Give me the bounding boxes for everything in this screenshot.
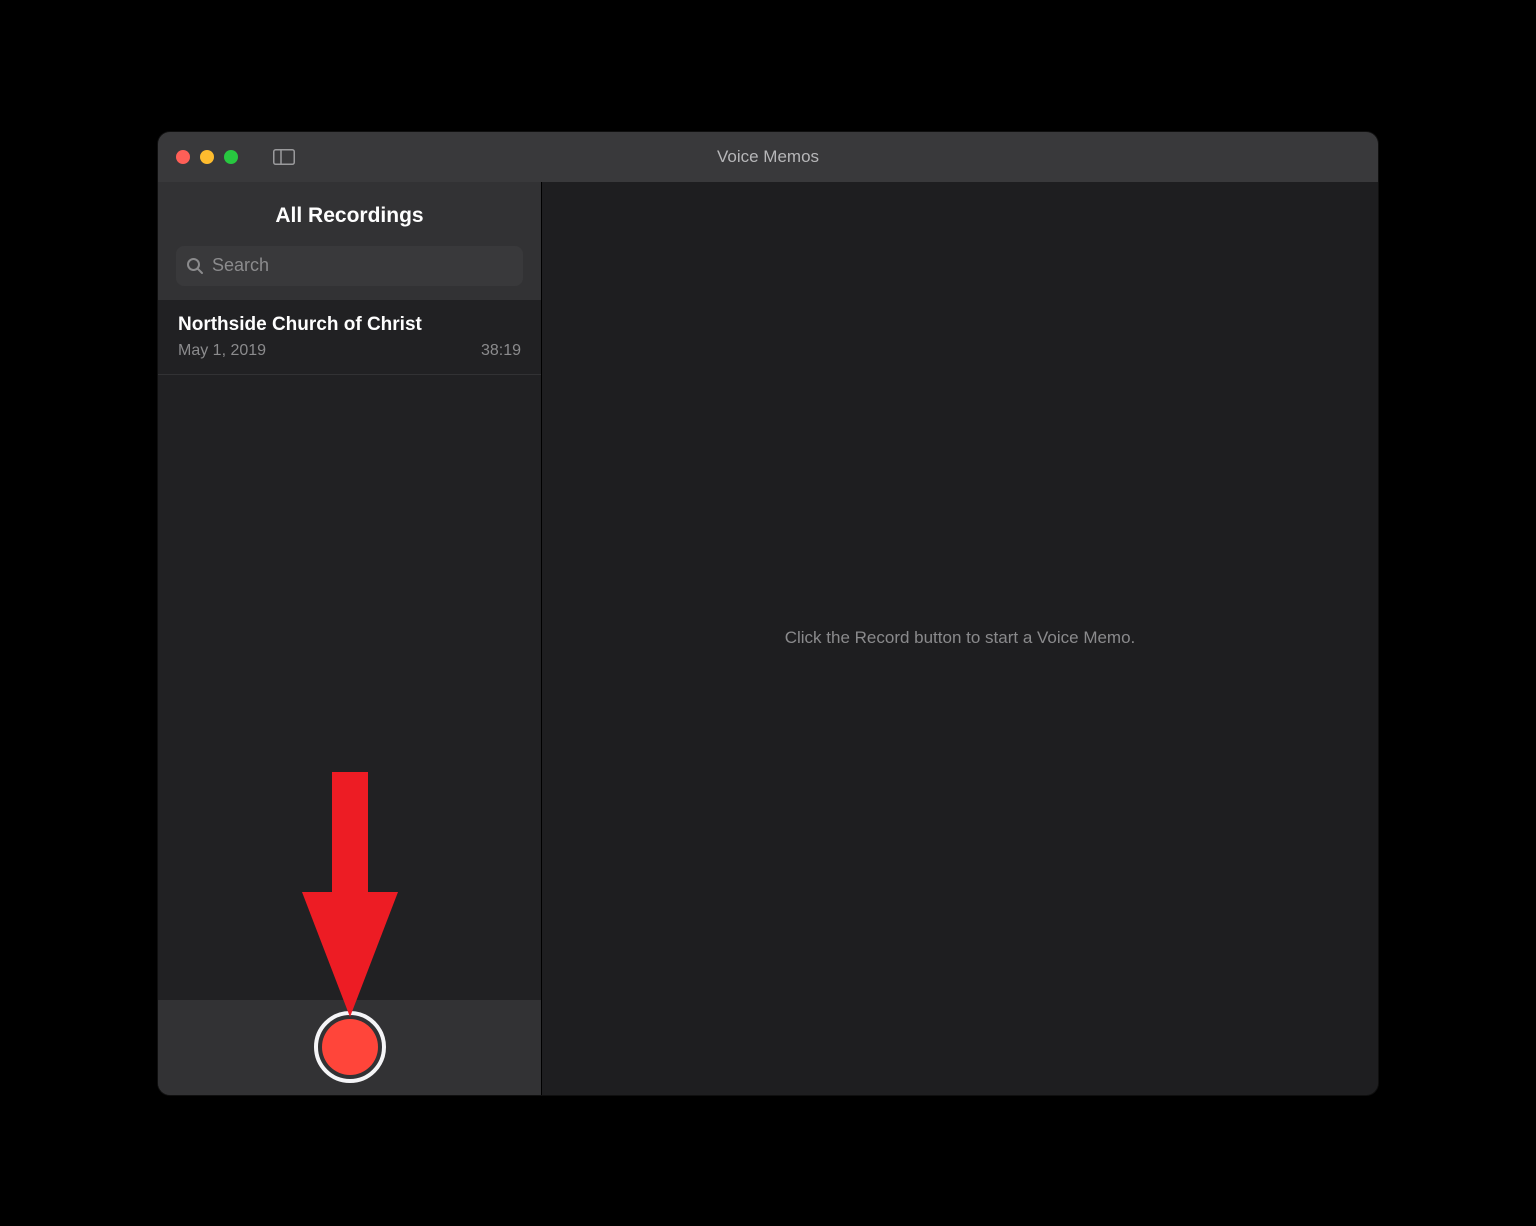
recording-meta: May 1, 2019 38:19 xyxy=(178,342,521,360)
sidebar-icon xyxy=(273,149,295,165)
search-icon xyxy=(186,257,204,275)
sidebar: All Recordings Northside Church of Chris… xyxy=(158,182,542,1095)
content-area: All Recordings Northside Church of Chris… xyxy=(158,182,1378,1095)
sidebar-heading: All Recordings xyxy=(158,182,541,246)
search-container xyxy=(158,246,541,300)
traffic-lights xyxy=(176,150,238,164)
minimize-window-button[interactable] xyxy=(200,150,214,164)
recording-title: Northside Church of Christ xyxy=(178,314,521,336)
main-pane: Click the Record button to start a Voice… xyxy=(542,182,1378,1095)
maximize-window-button[interactable] xyxy=(224,150,238,164)
close-window-button[interactable] xyxy=(176,150,190,164)
window-title: Voice Memos xyxy=(717,147,819,167)
recordings-list[interactable]: Northside Church of Christ May 1, 2019 3… xyxy=(158,300,541,1000)
record-bar xyxy=(158,1000,541,1095)
recording-item[interactable]: Northside Church of Christ May 1, 2019 3… xyxy=(158,300,541,375)
toggle-sidebar-button[interactable] xyxy=(272,148,296,166)
record-icon xyxy=(322,1019,378,1075)
titlebar[interactable]: Voice Memos xyxy=(158,132,1378,182)
search-input[interactable] xyxy=(212,255,513,276)
search-field[interactable] xyxy=(176,246,523,286)
recording-duration: 38:19 xyxy=(481,342,521,360)
empty-state-text: Click the Record button to start a Voice… xyxy=(785,628,1136,648)
app-window: Voice Memos All Recordings Northside Chu… xyxy=(158,132,1378,1095)
recording-date: May 1, 2019 xyxy=(178,342,266,360)
record-button[interactable] xyxy=(314,1011,386,1083)
